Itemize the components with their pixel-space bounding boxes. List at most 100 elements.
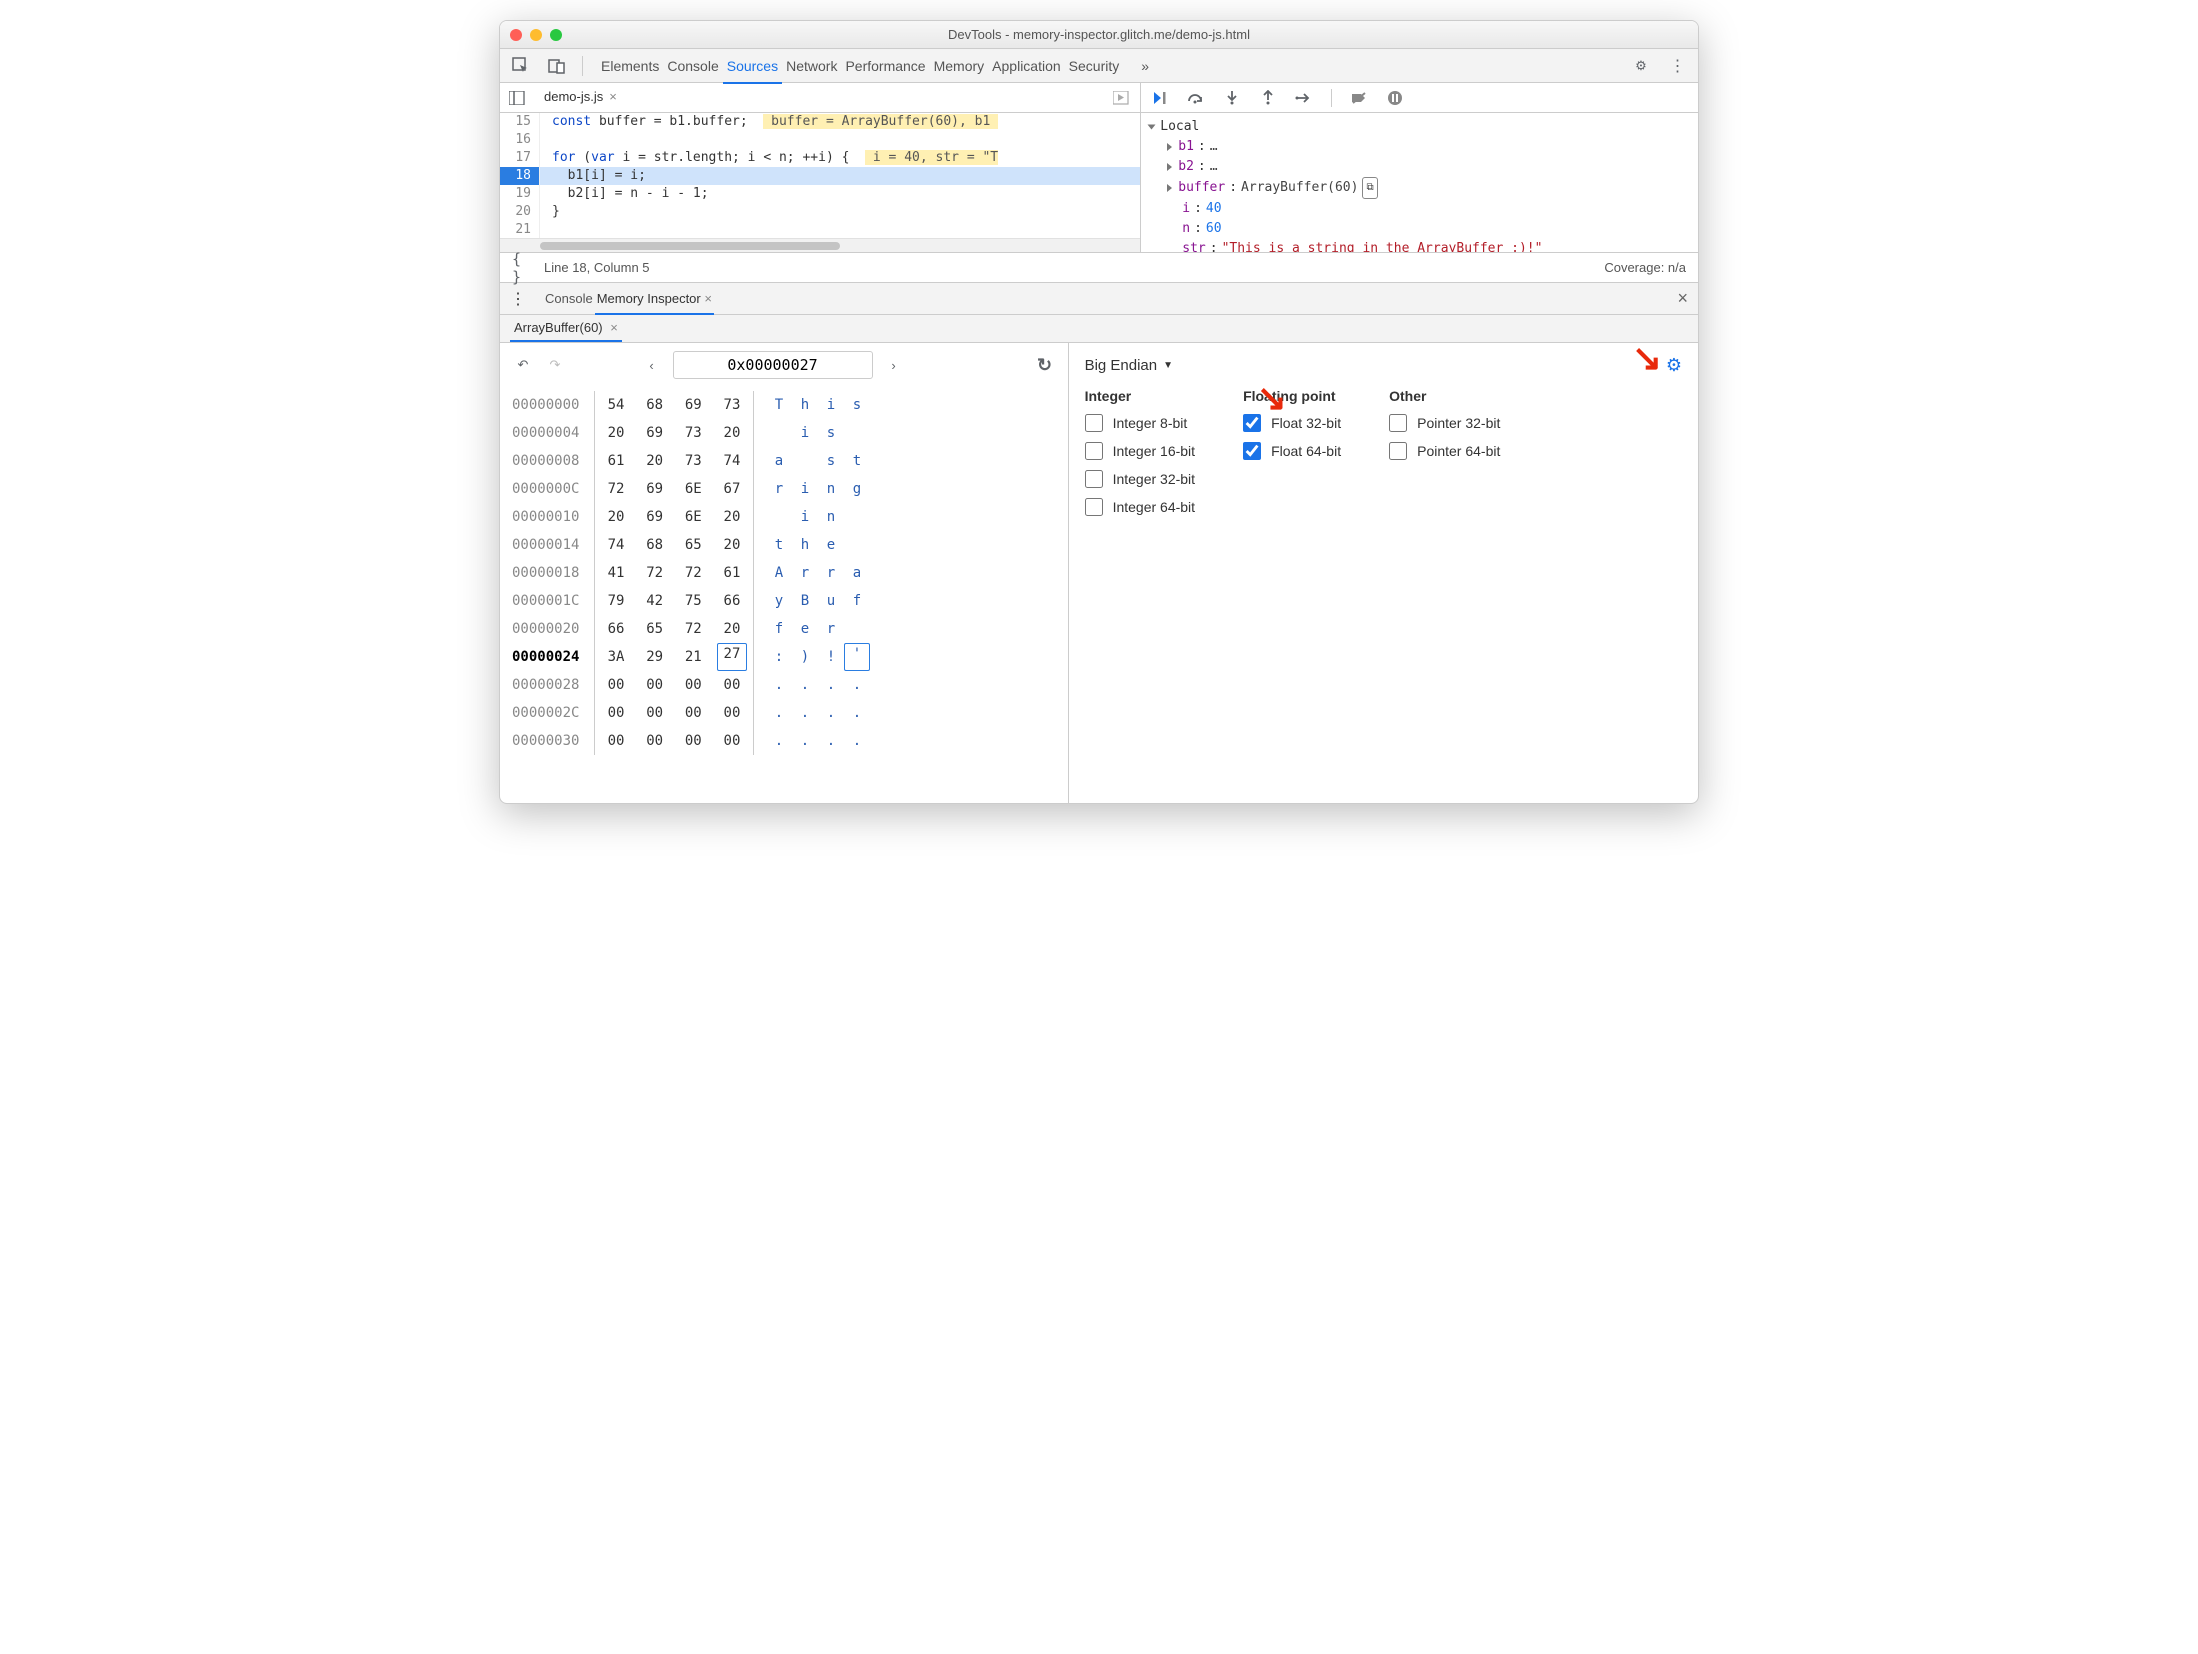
pause-exceptions-icon[interactable]	[1384, 87, 1406, 109]
hex-row[interactable]: 0000001841727261Arra	[512, 559, 1056, 587]
hex-grid[interactable]: 0000000054686973This0000000420697320 is …	[500, 387, 1068, 803]
file-tab-demo-js[interactable]: demo-js.js ×	[536, 85, 625, 110]
type-checkbox[interactable]	[1389, 414, 1407, 432]
drawer-close-icon[interactable]: ×	[1677, 288, 1688, 309]
hex-row[interactable]: 000000243A292127:)!'	[512, 643, 1056, 671]
type-option[interactable]: Integer 16-bit	[1085, 442, 1196, 460]
scope-variable[interactable]: b2: …	[1149, 157, 1690, 177]
tabs-overflow[interactable]: »	[1137, 50, 1153, 82]
hex-row[interactable]: 0000000420697320 is	[512, 419, 1056, 447]
main-toolbar: ElementsConsoleSourcesNetworkPerformance…	[500, 49, 1698, 83]
refresh-icon[interactable]: ↻	[1034, 354, 1056, 376]
drawer-more-icon[interactable]: ⋮	[510, 289, 525, 309]
type-label: Float 64-bit	[1271, 443, 1341, 459]
address-input[interactable]	[673, 351, 873, 379]
device-icon[interactable]	[546, 55, 568, 77]
drawer-tab-memory-inspector[interactable]: Memory Inspector ×	[595, 284, 714, 315]
hex-row[interactable]: 0000000C72696E67ring	[512, 475, 1056, 503]
scope-variable[interactable]: str: "This is a string in the ArrayBuffe…	[1149, 239, 1690, 252]
step-out-icon[interactable]	[1257, 87, 1279, 109]
type-checkbox[interactable]	[1085, 442, 1103, 460]
file-tab-label: demo-js.js	[544, 89, 603, 104]
tab-memory[interactable]: Memory	[930, 50, 989, 82]
scope-variable[interactable]: buffer: ArrayBuffer(60) ⧉	[1149, 177, 1690, 199]
status-bar: { } Line 18, Column 5 Coverage: n/a	[500, 253, 1698, 283]
devtools-window: DevTools - memory-inspector.glitch.me/de…	[499, 20, 1699, 804]
close-icon[interactable]: ×	[701, 291, 712, 306]
type-option[interactable]: Pointer 64-bit	[1389, 442, 1500, 460]
tab-elements[interactable]: Elements	[597, 50, 663, 82]
hex-row[interactable]: 0000001020696E20 in	[512, 503, 1056, 531]
type-checkbox[interactable]	[1389, 442, 1407, 460]
type-checkbox[interactable]	[1085, 414, 1103, 432]
tab-performance[interactable]: Performance	[841, 50, 929, 82]
reveal-memory-icon[interactable]: ⧉	[1362, 177, 1377, 199]
tab-security[interactable]: Security	[1065, 50, 1124, 82]
code-editor[interactable]: 15const buffer = b1.buffer; buffer = Arr…	[500, 113, 1140, 238]
coverage-status: Coverage: n/a	[1604, 260, 1686, 275]
hex-row[interactable]: 0000002066657220fer	[512, 615, 1056, 643]
prev-page-icon[interactable]: ‹	[641, 354, 663, 376]
type-checkbox[interactable]	[1085, 470, 1103, 488]
type-checkbox[interactable]	[1085, 498, 1103, 516]
annotation-arrow-icon: ↘	[1257, 377, 1287, 419]
run-snippet-icon[interactable]	[1110, 87, 1132, 109]
close-icon[interactable]: ×	[610, 320, 618, 335]
redo-icon[interactable]: ↷	[544, 354, 566, 376]
hex-row[interactable]: 0000002800000000....	[512, 671, 1056, 699]
mi-tab-arraybuffer[interactable]: ArrayBuffer(60) ×	[510, 315, 622, 342]
more-icon[interactable]: ⋮	[1666, 55, 1688, 77]
hex-row[interactable]: 0000000054686973This	[512, 391, 1056, 419]
type-option[interactable]: Integer 8-bit	[1085, 414, 1196, 432]
navigator-icon[interactable]	[506, 87, 528, 109]
code-line[interactable]: 19 b2[i] = n - i - 1;	[500, 185, 1140, 203]
hex-row[interactable]: 0000001C79427566yBuf	[512, 587, 1056, 615]
type-option[interactable]: Integer 64-bit	[1085, 498, 1196, 516]
endian-label: Big Endian	[1085, 357, 1158, 374]
type-option[interactable]: Float 64-bit	[1243, 442, 1341, 460]
drawer-tabs: ⋮ ConsoleMemory Inspector × ×	[500, 283, 1698, 315]
deactivate-breakpoints-icon[interactable]	[1348, 87, 1370, 109]
code-line[interactable]: 21	[500, 221, 1140, 238]
code-line[interactable]: 16	[500, 131, 1140, 149]
type-option[interactable]: Pointer 32-bit	[1389, 414, 1500, 432]
tab-console[interactable]: Console	[663, 50, 722, 82]
tab-network[interactable]: Network	[782, 50, 841, 82]
type-option[interactable]: Integer 32-bit	[1085, 470, 1196, 488]
settings-gear-icon[interactable]: ⚙	[1630, 55, 1652, 77]
type-label: Integer 32-bit	[1113, 471, 1196, 487]
file-tabs: demo-js.js ×	[500, 83, 1140, 113]
drawer-tab-console[interactable]: Console	[543, 284, 595, 313]
code-line[interactable]: 15const buffer = b1.buffer; buffer = Arr…	[500, 113, 1140, 131]
step-into-icon[interactable]	[1221, 87, 1243, 109]
type-checkbox[interactable]	[1243, 442, 1261, 460]
address-nav: ↶ ↷ ‹ › ↻	[500, 343, 1068, 387]
next-page-icon[interactable]: ›	[883, 354, 905, 376]
scope-variable[interactable]: b1: …	[1149, 137, 1690, 157]
step-icon[interactable]	[1293, 87, 1315, 109]
type-group-header: Integer	[1085, 388, 1196, 404]
scope-panel[interactable]: Localb1: …b2: …buffer: ArrayBuffer(60) ⧉…	[1141, 113, 1698, 252]
resume-icon[interactable]	[1149, 87, 1171, 109]
step-over-icon[interactable]	[1185, 87, 1207, 109]
tab-sources[interactable]: Sources	[723, 50, 782, 84]
hex-row[interactable]: 0000003000000000....	[512, 727, 1056, 755]
horizontal-scrollbar[interactable]	[500, 238, 1140, 252]
scope-variable[interactable]: n: 60	[1149, 219, 1690, 239]
code-line[interactable]: 20}	[500, 203, 1140, 221]
hex-row[interactable]: 0000000861207374a st	[512, 447, 1056, 475]
code-line[interactable]: 17for (var i = str.length; i < n; ++i) {…	[500, 149, 1140, 167]
undo-icon[interactable]: ↶	[512, 354, 534, 376]
value-types-settings-icon[interactable]: ⚙	[1666, 355, 1682, 376]
close-icon[interactable]: ×	[609, 89, 617, 104]
type-label: Integer 8-bit	[1113, 415, 1188, 431]
endianness-select[interactable]: Big Endian ▼	[1085, 357, 1173, 374]
pretty-print-icon[interactable]: { }	[512, 257, 534, 279]
inspect-icon[interactable]	[510, 55, 532, 77]
scope-variable[interactable]: i: 40	[1149, 199, 1690, 219]
code-line[interactable]: 18 b1[i] = i;	[500, 167, 1140, 185]
scope-local-header[interactable]: Local	[1149, 117, 1690, 137]
hex-row[interactable]: 0000002C00000000....	[512, 699, 1056, 727]
tab-application[interactable]: Application	[988, 50, 1065, 82]
hex-row[interactable]: 0000001474686520the	[512, 531, 1056, 559]
